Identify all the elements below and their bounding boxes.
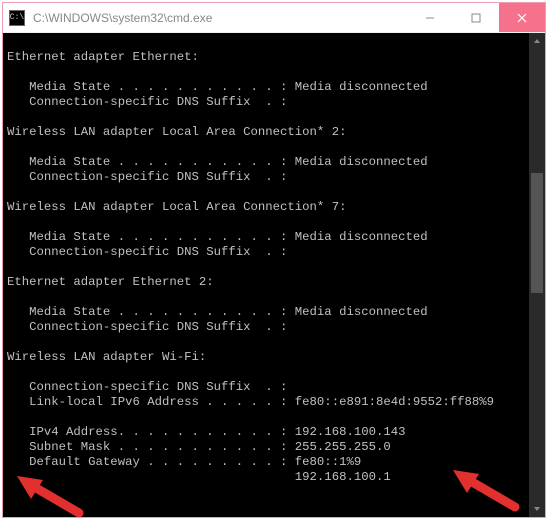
scroll-down-icon[interactable] xyxy=(529,501,545,517)
scroll-up-icon[interactable] xyxy=(529,33,545,49)
terminal-area[interactable]: Ethernet adapter Ethernet: Media State .… xyxy=(3,33,545,517)
window-controls xyxy=(407,3,545,32)
titlebar[interactable]: C:\ C:\WINDOWS\system32\cmd.exe xyxy=(3,3,545,33)
cmd-window: C:\ C:\WINDOWS\system32\cmd.exe Ethernet… xyxy=(2,2,546,518)
close-button[interactable] xyxy=(499,3,545,32)
scroll-thumb[interactable] xyxy=(531,173,543,293)
terminal-output: Ethernet adapter Ethernet: Media State .… xyxy=(3,33,529,517)
minimize-button[interactable] xyxy=(407,3,453,32)
cmd-icon: C:\ xyxy=(9,10,25,26)
window-title: C:\WINDOWS\system32\cmd.exe xyxy=(31,11,407,25)
maximize-button[interactable] xyxy=(453,3,499,32)
vertical-scrollbar[interactable] xyxy=(529,33,545,517)
